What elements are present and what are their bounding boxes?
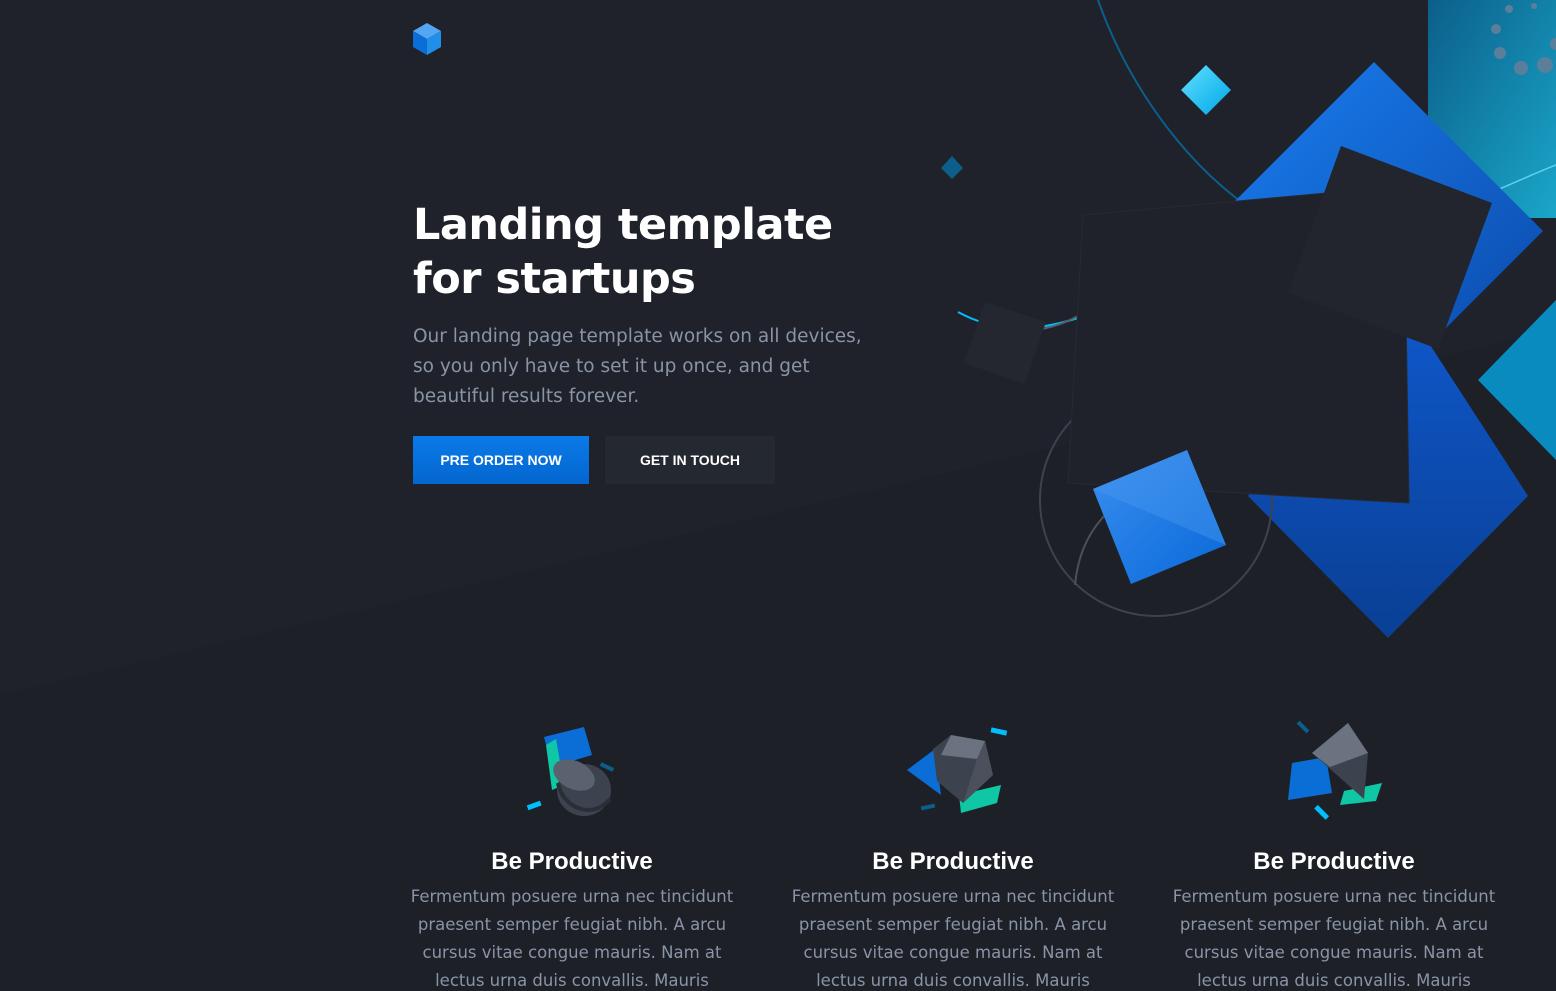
hero-title: Landing template for startups bbox=[413, 200, 833, 304]
pre-order-button[interactable]: PRE ORDER NOW bbox=[413, 436, 589, 484]
cube-shapes-icon bbox=[907, 727, 1008, 813]
feature-text: Fermentum posuere urna nec tincidunt pra… bbox=[1172, 887, 1496, 990]
hero-illustration bbox=[941, 0, 1556, 638]
feature-card: Be Productive Fermentum posuere urna nec… bbox=[788, 715, 1118, 991]
pyramid-shapes-icon bbox=[1288, 720, 1382, 820]
feature-text: Fermentum posuere urna nec tincidunt pra… bbox=[791, 887, 1115, 990]
feature-card: Be Productive Fermentum posuere urna nec… bbox=[1169, 715, 1499, 991]
feature-card: Be Productive Fermentum posuere urna nec… bbox=[407, 715, 737, 991]
hero-description: Our landing page template works on all d… bbox=[413, 326, 862, 407]
landing-page: Landing template for startups Our landin… bbox=[0, 0, 1556, 991]
cylinder-shapes-icon bbox=[526, 727, 615, 816]
feature-title: Be Productive bbox=[872, 848, 1034, 875]
feature-text: Fermentum posuere urna nec tincidunt pra… bbox=[410, 887, 734, 990]
feature-title: Be Productive bbox=[1253, 848, 1415, 875]
feature-title: Be Productive bbox=[491, 848, 653, 875]
get-in-touch-button[interactable]: GET IN TOUCH bbox=[605, 436, 775, 484]
logo-cube-icon[interactable] bbox=[412, 22, 442, 56]
